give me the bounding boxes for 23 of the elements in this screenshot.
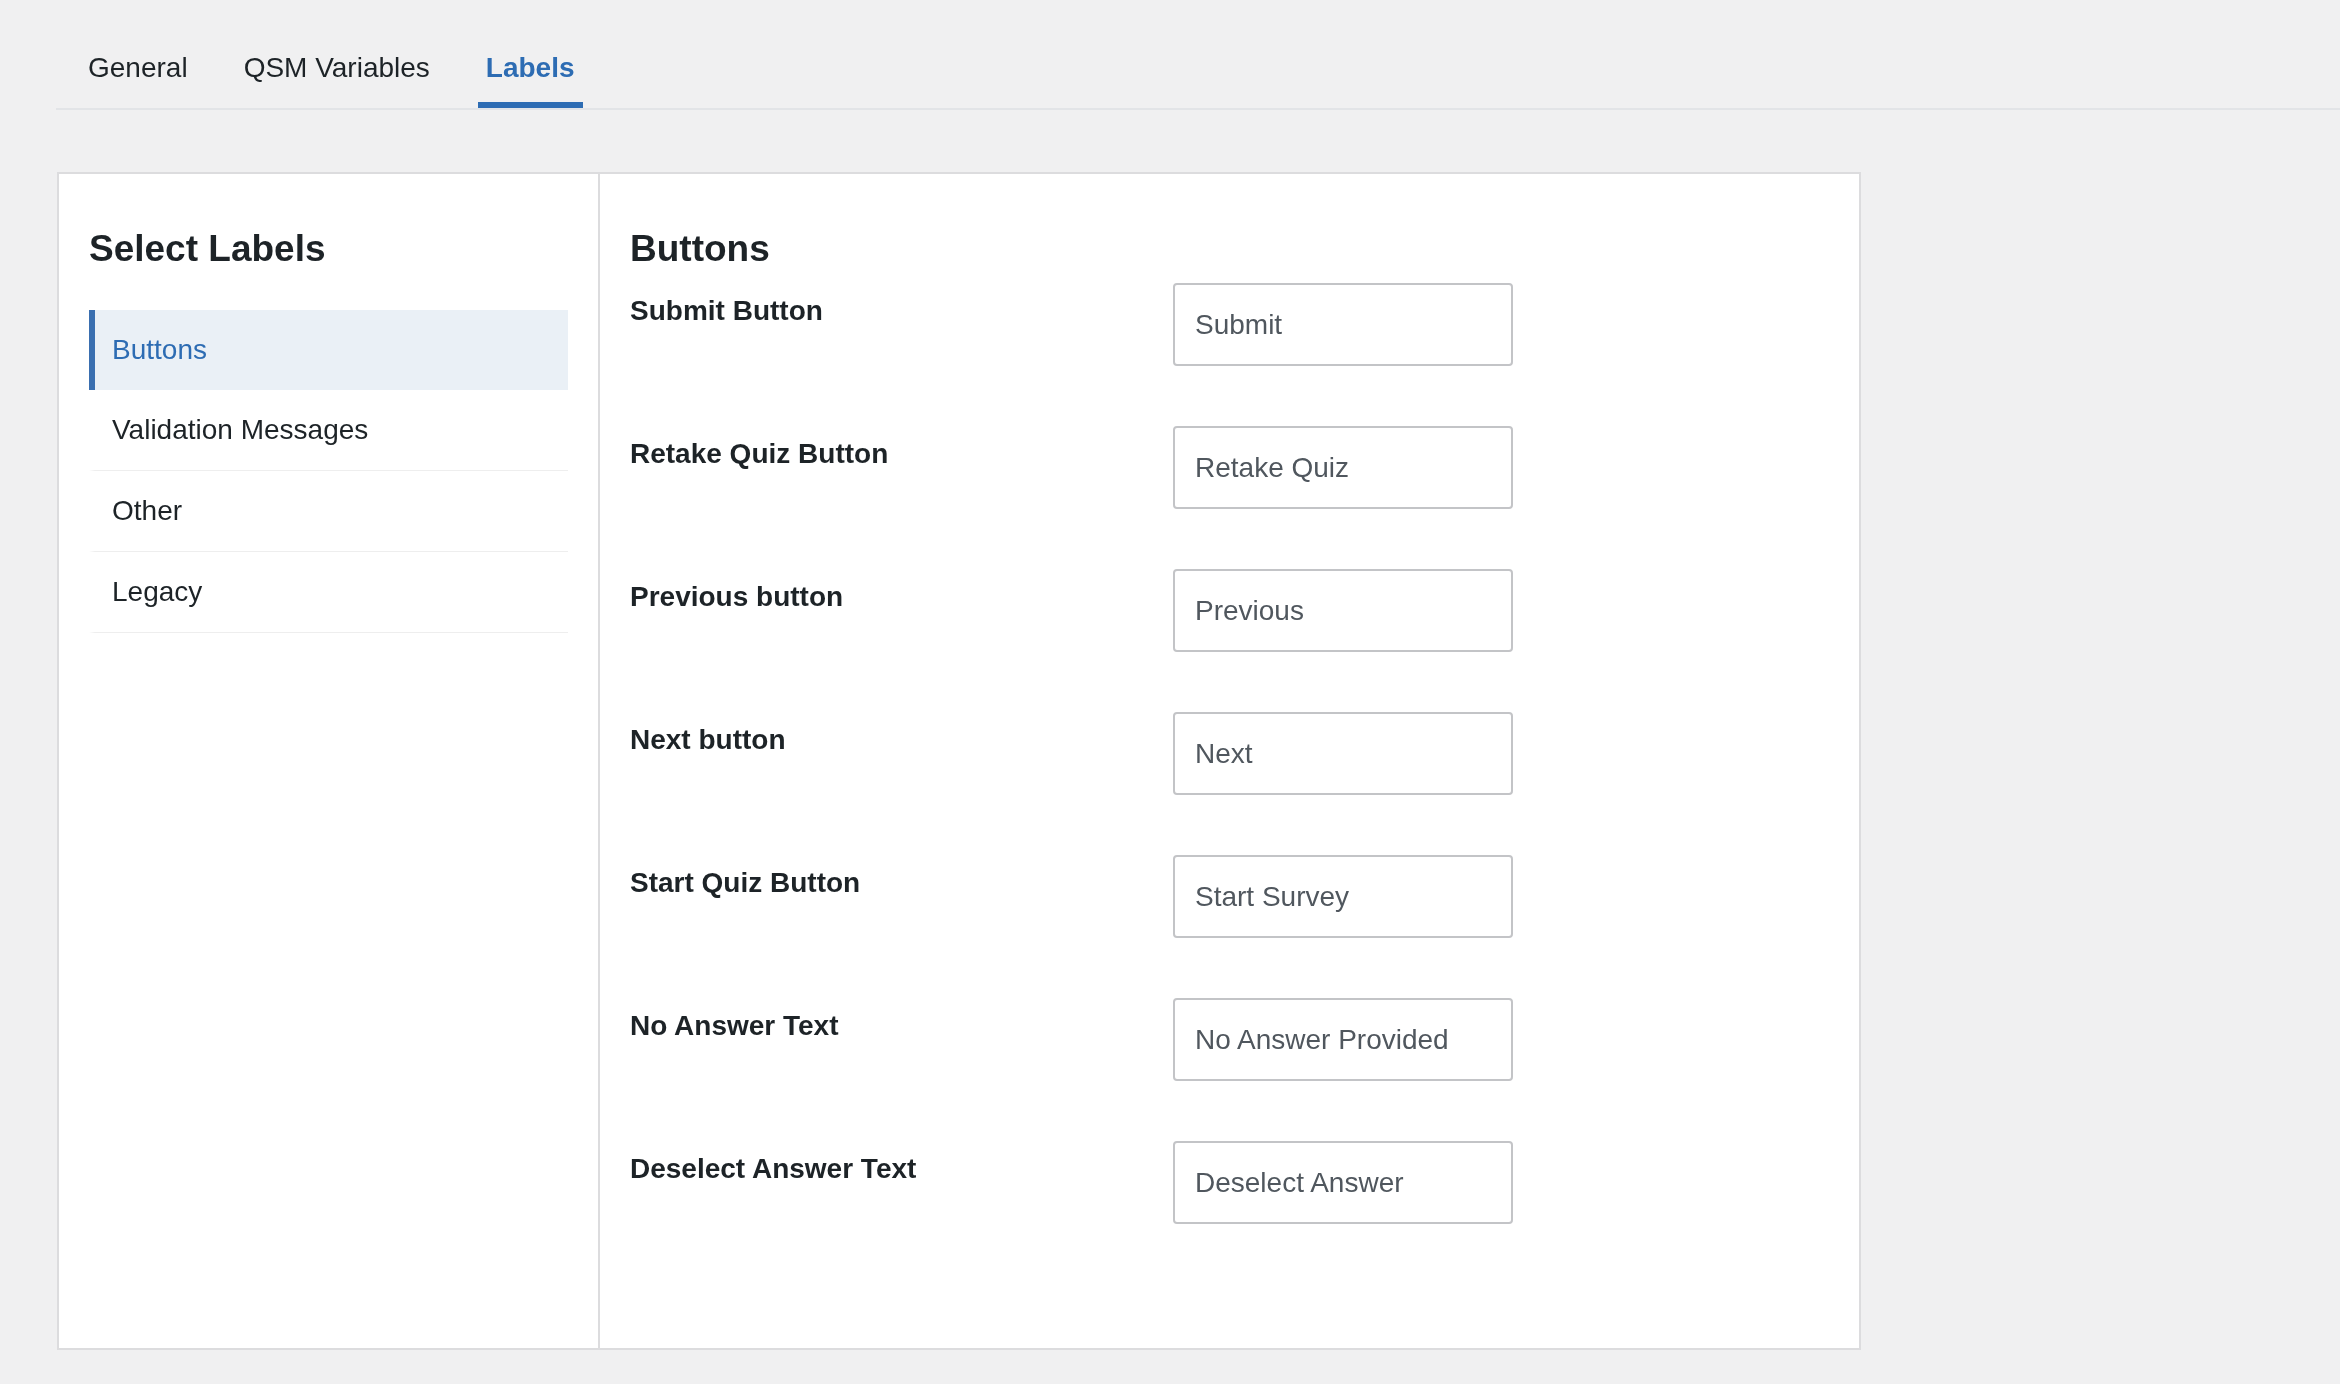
input-field[interactable]: Start Survey	[1173, 855, 1513, 938]
field-label: Previous button	[630, 580, 845, 613]
field-label: Deselect Answer Text	[630, 1152, 918, 1185]
input-field[interactable]: Submit	[1173, 283, 1513, 366]
sidebar-item[interactable]: Legacy	[89, 552, 568, 633]
field-label: Start Quiz Button	[630, 866, 862, 899]
sidebar-item[interactable]: Other	[89, 471, 568, 552]
input-field[interactable]: Deselect Answer	[1173, 1141, 1513, 1224]
field-label: Submit Button	[630, 294, 824, 327]
input-field[interactable]: Next	[1173, 712, 1513, 795]
sidebar-title: Select Labels	[89, 228, 327, 270]
input-field[interactable]: No Answer Provided	[1173, 998, 1513, 1081]
field-label: Retake Quiz Button	[630, 437, 890, 470]
sidebar-item[interactable]: Buttons	[89, 310, 568, 390]
input-field[interactable]: Previous	[1173, 569, 1513, 652]
tab[interactable]: Labels	[477, 0, 583, 108]
section-title: Buttons	[630, 228, 771, 270]
field-label: No Answer Text	[630, 1009, 840, 1042]
tab[interactable]: QSM Variables	[235, 0, 438, 108]
sidebar-item[interactable]: Validation Messages	[89, 390, 568, 471]
input-field[interactable]: Retake Quiz	[1173, 426, 1513, 509]
tab[interactable]: General	[80, 0, 196, 108]
field-label: Next button	[630, 723, 787, 756]
